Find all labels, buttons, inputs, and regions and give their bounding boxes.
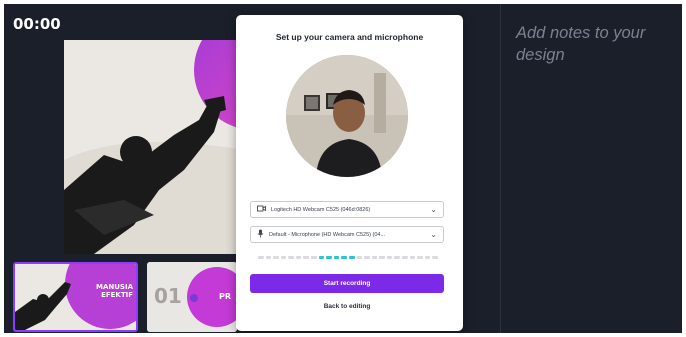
level-segment	[348, 256, 355, 259]
panel-divider	[500, 4, 501, 333]
camera-preview	[286, 55, 408, 177]
start-recording-button[interactable]: Start recording	[250, 274, 444, 293]
microphone-icon	[257, 229, 264, 240]
slide-artwork	[64, 40, 244, 254]
level-segment	[417, 256, 423, 259]
thumbnail-title: PR	[219, 292, 232, 301]
level-segment	[288, 256, 294, 259]
thumbnail-title-line: EFEKTIF	[101, 291, 133, 299]
level-segment	[356, 256, 363, 259]
microphone-select-value: Default - Microphone (HD Webcam C525) (0…	[269, 231, 386, 238]
level-segment	[379, 256, 385, 259]
page-thumbnail-2[interactable]: 01 PR	[147, 262, 237, 332]
level-segment	[333, 256, 340, 259]
camera-select[interactable]: Logitech HD Webcam C525 (046d:0826) ⌄	[250, 201, 444, 218]
recording-setup-dialog: Set up your camera and microphone Logite…	[236, 15, 463, 331]
level-segment	[371, 256, 378, 259]
level-segment	[326, 256, 332, 259]
level-segment	[318, 256, 325, 259]
level-segment	[394, 256, 400, 259]
level-segment	[273, 256, 279, 259]
webcam-feed	[286, 55, 408, 177]
level-segment	[265, 256, 272, 259]
dialog-title: Set up your camera and microphone	[275, 32, 424, 42]
level-segment	[424, 256, 431, 259]
level-segment	[341, 256, 347, 259]
camera-select-value: Logitech HD Webcam C525 (046d:0826)	[271, 206, 371, 213]
video-camera-icon	[257, 205, 266, 214]
level-segment	[280, 256, 287, 259]
level-segment	[401, 256, 408, 259]
editor-canvas-area: 00:00 MANUSIA EFEKTIF 01 PR Add notes to…	[4, 4, 682, 333]
chevron-down-icon: ⌄	[430, 205, 437, 214]
microphone-select[interactable]: Default - Microphone (HD Webcam C525) (0…	[250, 226, 444, 243]
level-segment	[311, 256, 317, 259]
level-segment	[303, 256, 310, 259]
thumbnail-title-line: MANUSIA	[96, 283, 133, 291]
notes-input[interactable]: Add notes to your design	[516, 22, 676, 66]
thumbnail-number: 01	[154, 284, 182, 308]
recording-timer: 00:00	[13, 15, 61, 33]
chevron-down-icon: ⌄	[430, 230, 437, 239]
level-segment	[295, 256, 302, 259]
page-thumbnail-1[interactable]: MANUSIA EFEKTIF	[13, 262, 138, 332]
microphone-level-meter	[258, 256, 438, 259]
current-slide-preview[interactable]	[64, 40, 244, 254]
level-segment	[386, 256, 393, 259]
level-segment	[432, 256, 438, 259]
back-to-editing-link[interactable]: Back to editing	[250, 303, 444, 310]
level-segment	[409, 256, 416, 259]
level-segment	[364, 256, 370, 259]
level-segment	[258, 256, 264, 259]
